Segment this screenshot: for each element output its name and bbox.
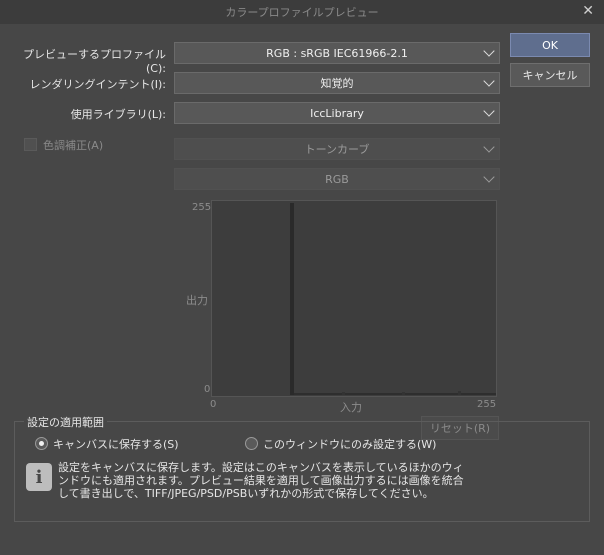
tone-curve-graph[interactable] <box>211 200 497 397</box>
info-icon: i <box>26 463 52 491</box>
info-line: 設定をキャンバスに保存します。設定はこのキャンバスを表示しているほかのウィ <box>58 461 464 474</box>
profile-select[interactable]: RGB : sRGB IEC61966-2.1 <box>174 42 500 64</box>
channel-select[interactable]: RGB <box>174 168 500 190</box>
radio-window-only[interactable] <box>245 437 258 450</box>
channel-value: RGB <box>325 172 349 186</box>
window-title: カラープロファイルプレビュー <box>225 6 379 19</box>
info-line: して書き出しで、TIFF/JPEG/PSD/PSBいずれかの形式で保存してくださ… <box>58 487 434 500</box>
color-correction-label: 色調補正(A) <box>43 139 104 152</box>
chevron-down-icon <box>483 171 495 183</box>
y-axis-label: 出力 <box>186 294 208 307</box>
chevron-down-icon <box>483 141 495 153</box>
dialog-body: プレビューするプロファイル(C): RGB : sRGB IEC61966-2.… <box>0 24 604 555</box>
x-axis-min: 0 <box>210 399 217 410</box>
color-correction-checkbox[interactable] <box>24 138 37 151</box>
scope-info-text: 設定をキャンバスに保存します。設定はこのキャンバスを表示しているほかのウィ ンド… <box>58 461 578 500</box>
ok-button[interactable]: OK <box>510 33 590 57</box>
profile-select-value: RGB : sRGB IEC61966-2.1 <box>266 46 408 60</box>
intent-select[interactable]: 知覚的 <box>174 72 500 94</box>
cancel-button[interactable]: キャンセル <box>510 63 590 87</box>
y-axis-max: 255 <box>192 202 212 213</box>
tone-curve-value: トーンカーブ <box>304 143 370 156</box>
x-axis-label: 入力 <box>340 401 362 414</box>
histogram-bar <box>342 392 345 395</box>
histogram-bar <box>402 392 405 395</box>
x-axis-max: 255 <box>477 399 497 410</box>
library-label: 使用ライブラリ(L): <box>70 108 166 121</box>
histogram-peak-bar <box>290 203 294 395</box>
library-select-value: IccLibrary <box>310 106 364 120</box>
scope-group-title: 設定の適用範囲 <box>24 414 107 430</box>
y-axis-min: 0 <box>204 384 211 395</box>
info-line: ンドウにも適用されます。プレビュー結果を適用して画像出力するには画像を統合 <box>58 474 464 487</box>
radio-save-to-canvas[interactable] <box>35 437 48 450</box>
profile-label: プレビューするプロファイル(C): <box>23 48 166 75</box>
library-select[interactable]: IccLibrary <box>174 102 500 124</box>
chevron-down-icon <box>483 105 495 117</box>
histogram-plot <box>290 203 496 395</box>
intent-select-value: 知覚的 <box>320 77 354 90</box>
intent-label: レンダリングインテント(I): <box>29 78 166 91</box>
close-icon[interactable]: ✕ <box>582 3 594 19</box>
tone-curve-select[interactable]: トーンカーブ <box>174 138 500 160</box>
chevron-down-icon <box>483 45 495 57</box>
histogram-bar <box>458 391 461 395</box>
title-bar: カラープロファイルプレビュー ✕ <box>0 0 604 24</box>
radio-save-to-canvas-label[interactable]: キャンバスに保存する(S) <box>53 436 179 452</box>
radio-window-only-label[interactable]: このウィンドウにのみ設定する(W) <box>263 436 436 452</box>
chevron-down-icon <box>483 75 495 87</box>
